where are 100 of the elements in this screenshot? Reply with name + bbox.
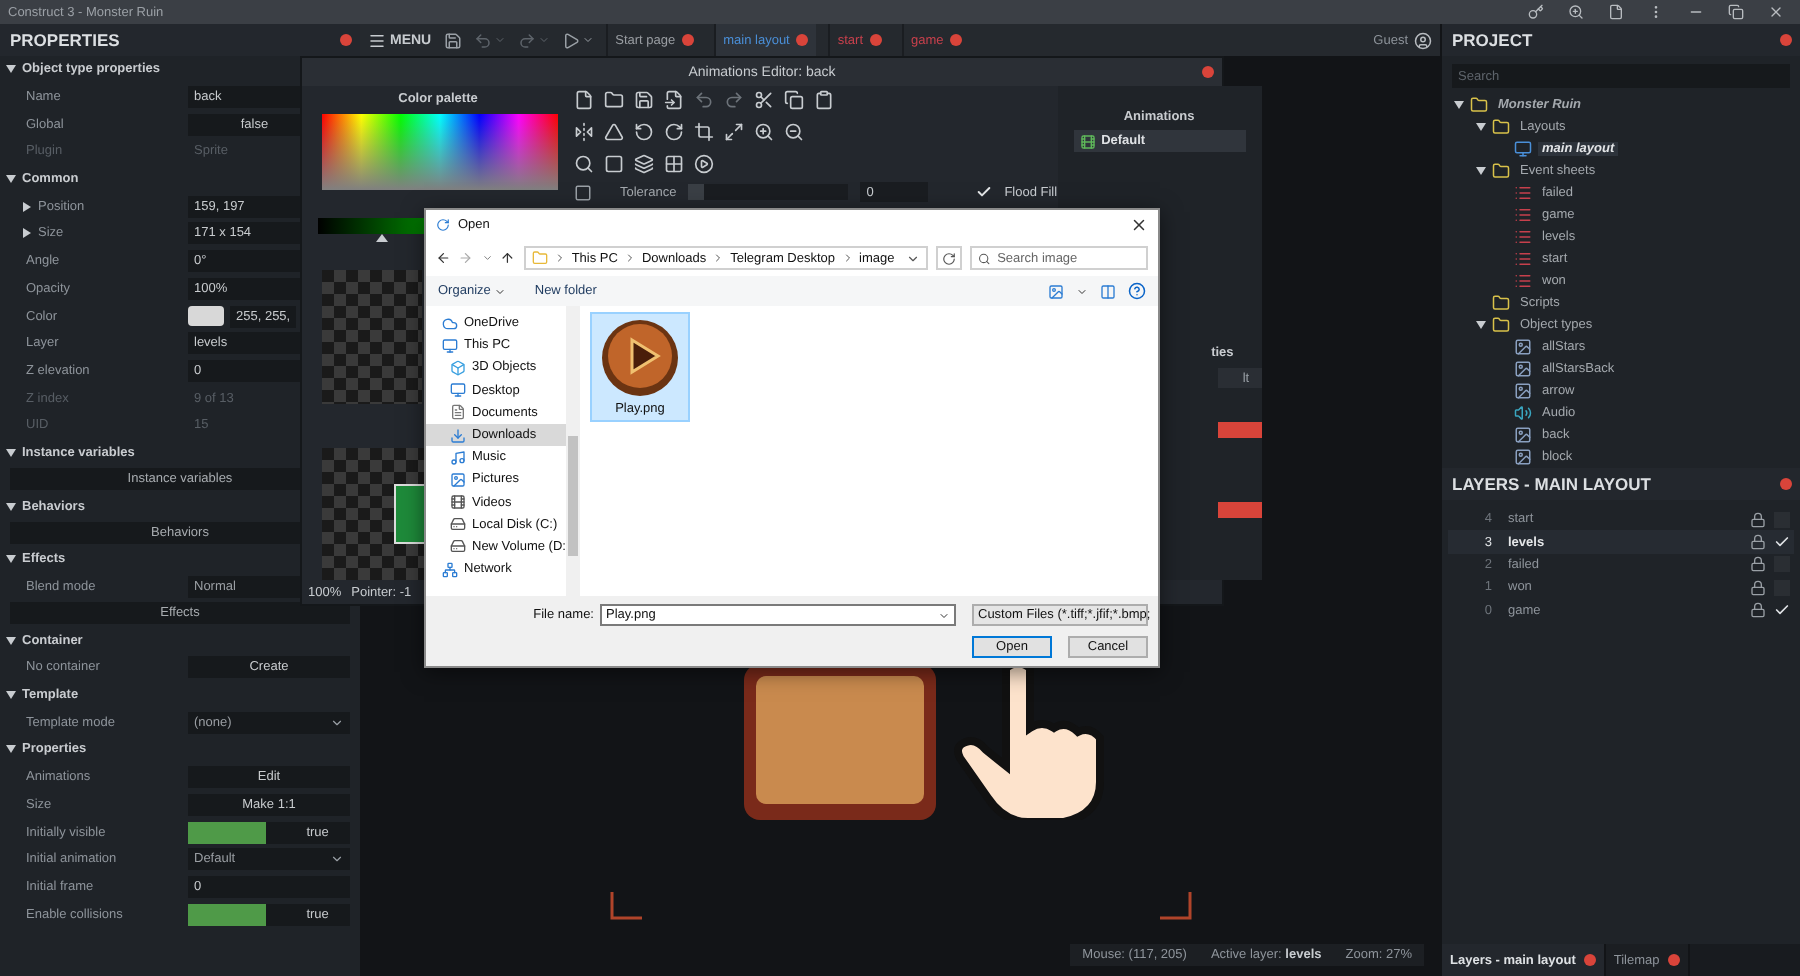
lock-icon[interactable] xyxy=(1750,511,1766,528)
lock-icon[interactable] xyxy=(1750,534,1766,551)
flood-fill-checkbox[interactable] xyxy=(976,184,993,200)
layers-icon[interactable] xyxy=(634,153,654,173)
restore-icon[interactable] xyxy=(1728,4,1744,20)
expanded-triangle-icon[interactable] xyxy=(6,635,16,646)
computer-icon xyxy=(442,337,458,354)
color-swatch[interactable] xyxy=(394,484,426,545)
import-icon[interactable] xyxy=(664,89,684,109)
caret-icon[interactable] xyxy=(1076,285,1088,297)
dropdown-chevron-icon xyxy=(330,715,344,730)
close-dot-icon[interactable] xyxy=(1780,34,1792,46)
expanded-triangle-icon[interactable] xyxy=(1475,320,1485,330)
close-dot-icon[interactable] xyxy=(949,34,962,46)
expanded-triangle-icon[interactable] xyxy=(6,744,16,755)
preview-pane-icon[interactable] xyxy=(1100,283,1116,299)
redo-icon[interactable] xyxy=(724,89,744,109)
close-dot-icon[interactable] xyxy=(1583,954,1596,966)
check-icon xyxy=(976,184,993,200)
sprite-icon xyxy=(1514,382,1532,400)
expanded-triangle-icon[interactable] xyxy=(6,554,16,565)
sprite-icon xyxy=(1514,338,1532,356)
lock-icon[interactable] xyxy=(1750,602,1766,619)
color-bar xyxy=(1217,422,1262,438)
color-spectrum[interactable] xyxy=(322,114,558,190)
new-file-icon[interactable] xyxy=(574,89,594,109)
redo-icon[interactable] xyxy=(517,31,536,49)
selection-icon[interactable] xyxy=(574,183,592,201)
expanded-triangle-icon[interactable] xyxy=(6,501,16,512)
resize-icon[interactable] xyxy=(724,121,744,141)
color-bar xyxy=(1217,502,1262,518)
expanded-triangle-icon[interactable] xyxy=(6,174,16,185)
grid-icon[interactable] xyxy=(664,153,684,173)
cut-icon[interactable] xyxy=(754,89,774,109)
close-dot-icon[interactable] xyxy=(340,34,352,46)
rotate-right-icon[interactable] xyxy=(664,121,684,141)
layout-icon xyxy=(1514,140,1532,158)
collapsed-triangle-icon[interactable] xyxy=(22,201,32,212)
zoom-out-icon[interactable] xyxy=(784,121,804,141)
file-icon[interactable] xyxy=(1608,4,1624,20)
collapsed-triangle-icon[interactable] xyxy=(22,228,32,239)
close-dot-icon[interactable] xyxy=(869,34,882,46)
refresh-button[interactable] xyxy=(936,246,963,270)
expanded-triangle-icon[interactable] xyxy=(6,690,16,701)
desktop-icon xyxy=(450,382,466,399)
view-icon[interactable] xyxy=(1048,283,1064,299)
folder-icon xyxy=(1492,162,1510,180)
cube-icon xyxy=(450,359,466,376)
zoom-icon[interactable] xyxy=(1568,4,1584,20)
caret-icon[interactable] xyxy=(481,252,493,264)
expanded-triangle-icon[interactable] xyxy=(6,447,16,458)
check-icon xyxy=(1774,534,1790,551)
refresh-icon xyxy=(942,251,957,265)
tolerance-slider[interactable] xyxy=(688,184,849,200)
visibility-checkbox[interactable] xyxy=(1774,534,1790,551)
slider-thumb[interactable] xyxy=(688,184,705,200)
folder-icon[interactable] xyxy=(604,89,624,109)
key-icon[interactable] xyxy=(1528,4,1544,20)
lock-icon[interactable] xyxy=(1750,579,1766,596)
flip-icon[interactable] xyxy=(574,121,594,141)
paste-icon[interactable] xyxy=(814,89,834,109)
expanded-triangle-icon[interactable] xyxy=(6,64,16,75)
close-dot-icon[interactable] xyxy=(1202,66,1214,78)
visibility-checkbox[interactable] xyxy=(1774,602,1790,619)
cloud-icon xyxy=(442,315,458,332)
corner-marker xyxy=(610,892,642,920)
caret-icon[interactable] xyxy=(906,251,921,265)
drive-icon xyxy=(450,538,466,555)
search-icon[interactable] xyxy=(574,153,594,173)
expanded-triangle-icon[interactable] xyxy=(1475,122,1485,132)
panel-title: LAYERS - MAIN LAYOUT xyxy=(1452,474,1651,494)
help-icon[interactable] xyxy=(1128,282,1146,300)
save-icon[interactable] xyxy=(634,89,654,109)
close-icon[interactable] xyxy=(1130,216,1148,234)
lock-icon[interactable] xyxy=(1750,556,1766,573)
save-icon[interactable] xyxy=(443,31,462,49)
color-swatch[interactable] xyxy=(188,306,224,327)
play-icon[interactable] xyxy=(694,153,714,173)
up-icon[interactable] xyxy=(500,250,516,266)
close-dot-icon[interactable] xyxy=(1667,954,1680,966)
rotate-left-icon[interactable] xyxy=(634,121,654,141)
expanded-triangle-icon[interactable] xyxy=(1475,166,1485,176)
close-dot-icon[interactable] xyxy=(795,34,808,46)
undo-icon[interactable] xyxy=(694,89,714,109)
folder-icon xyxy=(1492,294,1510,312)
close-dot-icon[interactable] xyxy=(681,34,694,46)
play-icon[interactable] xyxy=(561,31,580,49)
square-icon[interactable] xyxy=(604,153,624,173)
event-sheet-icon xyxy=(1514,228,1532,246)
crop-icon[interactable] xyxy=(694,121,714,141)
corner-marker xyxy=(1160,892,1192,920)
picture-icon xyxy=(450,471,466,488)
user-icon[interactable] xyxy=(1414,31,1432,49)
back-icon[interactable] xyxy=(436,250,451,266)
copy-icon[interactable] xyxy=(784,89,804,109)
close-dot-icon[interactable] xyxy=(1780,478,1792,490)
zoom-in-icon[interactable] xyxy=(754,121,774,141)
close-icon[interactable] xyxy=(1768,4,1784,20)
undo-icon[interactable] xyxy=(473,31,492,49)
expanded-triangle-icon[interactable] xyxy=(1453,100,1463,110)
